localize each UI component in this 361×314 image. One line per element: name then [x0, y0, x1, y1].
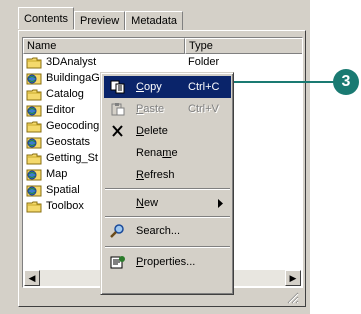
menu-item-copy[interactable]: Copy Ctrl+C [104, 76, 231, 98]
list-item-name: Geostats [46, 136, 91, 148]
scroll-left-button[interactable]: ◀ [24, 270, 40, 286]
list-item[interactable]: Spatial [23, 182, 80, 198]
geodatabase-icon [26, 136, 43, 149]
tab-strip: Contents Preview Metadata [18, 7, 184, 30]
folder-icon [26, 120, 43, 133]
menu-item-new[interactable]: New [104, 192, 231, 214]
folder-icon [26, 56, 43, 69]
tab-preview[interactable]: Preview [74, 11, 126, 30]
list-item-name: Catalog [46, 88, 84, 100]
list-item-name: BuildingaG [46, 72, 100, 84]
paste-icon [111, 103, 125, 116]
menu-item-properties[interactable]: Properties... [104, 251, 231, 273]
geodatabase-icon [26, 72, 43, 85]
list-item-name: 3DAnalyst [46, 56, 97, 68]
callout-badge: 3 [333, 69, 359, 95]
resize-grip-icon[interactable] [287, 292, 299, 304]
menu-separator [105, 216, 230, 218]
list-item[interactable]: Toolbox [23, 198, 84, 214]
list-item[interactable]: Catalog [23, 86, 84, 102]
properties-icon [110, 256, 125, 269]
column-header-type[interactable]: Type [185, 38, 302, 54]
menu-item-delete[interactable]: Delete [104, 120, 231, 142]
list-item[interactable]: Getting_St [23, 150, 98, 166]
list-item-name: Getting_St [46, 152, 98, 164]
copy-icon [110, 80, 125, 94]
column-header-name[interactable]: Name [23, 38, 185, 54]
list-item-name: Toolbox [46, 200, 84, 212]
context-menu: Copy Ctrl+C Paste Ctrl+V Delete Rename R… [100, 72, 234, 295]
folder-icon [26, 152, 43, 165]
list-item[interactable]: Editor [23, 102, 75, 118]
copy-mnemonic: C [136, 81, 144, 93]
list-item-name: Geocoding [46, 120, 100, 132]
menu-item-paste[interactable]: Paste Ctrl+V [104, 98, 231, 120]
menu-item-search[interactable]: Search... [104, 220, 231, 242]
geodatabase-icon [26, 104, 43, 117]
list-item-name: Editor [46, 104, 75, 116]
list-item[interactable]: 3DAnalyst [23, 54, 96, 70]
folder-icon [26, 88, 43, 101]
delete-icon [112, 125, 123, 137]
list-item-name: Map [46, 168, 68, 180]
list-item-name: Spatial [46, 184, 80, 196]
list-item[interactable]: Map [23, 166, 67, 182]
menu-separator [105, 246, 230, 248]
list-item[interactable]: BuildingaG [23, 70, 100, 86]
folder-icon [26, 200, 43, 213]
geodatabase-icon [26, 168, 43, 181]
menu-separator [105, 188, 230, 190]
copy-shortcut: Ctrl+C [188, 81, 220, 93]
menu-item-rename[interactable]: Rename [104, 142, 231, 164]
list-item[interactable]: Geocoding [23, 118, 99, 134]
list-item-type: Folder [188, 56, 220, 68]
tab-metadata[interactable]: Metadata [125, 11, 184, 30]
tab-contents[interactable]: Contents [18, 7, 75, 29]
callout-line [234, 81, 339, 83]
paste-shortcut: Ctrl+V [188, 103, 219, 115]
geodatabase-icon [26, 184, 43, 197]
search-icon [110, 224, 124, 238]
submenu-arrow-icon [218, 199, 223, 208]
scroll-right-button[interactable]: ▶ [285, 270, 301, 286]
menu-item-refresh[interactable]: Refresh [104, 164, 231, 186]
list-item[interactable]: Geostats [23, 134, 90, 150]
